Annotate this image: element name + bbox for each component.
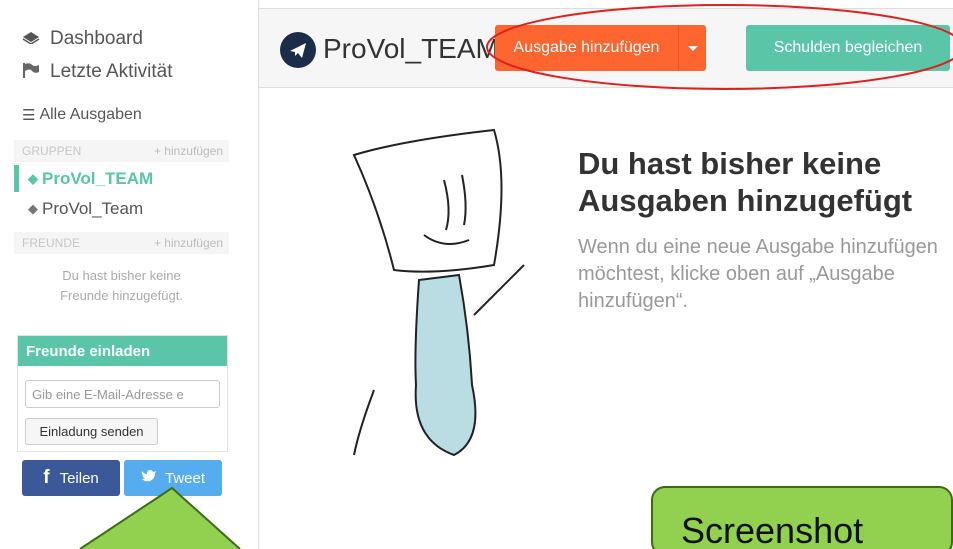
groups-header: GRUPPEN + hinzufügen bbox=[14, 140, 229, 162]
invite-friends-box: Freunde einladen Gib eine E-Mail-Adresse… bbox=[17, 335, 228, 452]
nav-all-expenses-label: Alle Ausgaben bbox=[39, 106, 142, 123]
add-expense-dropdown[interactable] bbox=[678, 25, 706, 71]
no-friends-line-2: Freunde hinzugefügt. bbox=[60, 288, 183, 303]
tag-icon: ◆ bbox=[28, 170, 38, 186]
empty-state-text: Wenn du eine neue Ausgabe hinzufügen möc… bbox=[578, 236, 938, 312]
group-title: ProVol_TEAM bbox=[323, 33, 499, 64]
nav-recent-activity[interactable]: Letzte Aktivität bbox=[22, 61, 173, 83]
empty-state-illustration bbox=[352, 128, 525, 457]
groups-add-link[interactable]: + hinzufügen bbox=[154, 144, 223, 158]
invite-title: Freunde einladen bbox=[18, 336, 227, 366]
twitter-tweet-button[interactable]: Tweet bbox=[124, 460, 222, 496]
screenshot-callout-label: Screenshot bbox=[651, 486, 953, 549]
main-content: ProVol_TEAM Ausgabe hinzufügen Schulden … bbox=[258, 0, 953, 549]
no-friends-message: Du hast bisher keine Freunde hinzugefügt… bbox=[14, 266, 229, 306]
sidebar-group-provol-team[interactable]: ◆ ProVol_Team bbox=[14, 195, 229, 222]
add-expense-label: Ausgabe hinzufügen bbox=[513, 39, 660, 56]
nav-dashboard-label: Dashboard bbox=[50, 28, 143, 49]
nav-recent-activity-label: Letzte Aktivität bbox=[50, 61, 173, 82]
facebook-share-label: Teilen bbox=[59, 469, 99, 487]
group-topbar: ProVol_TEAM Ausgabe hinzufügen Schulden … bbox=[259, 8, 953, 88]
friends-header: FREUNDE + hinzufügen bbox=[14, 232, 229, 254]
nav-all-expenses[interactable]: ☰ Alle Ausgaben bbox=[22, 106, 142, 124]
airplane-icon bbox=[280, 32, 316, 68]
list-icon: ☰ bbox=[22, 107, 36, 124]
send-invite-button[interactable]: Einladung senden bbox=[25, 418, 158, 445]
settle-up-button[interactable]: Schulden begleichen bbox=[746, 25, 950, 71]
invite-email-input[interactable]: Gib eine E-Mail-Adresse e bbox=[25, 380, 220, 408]
sidebar: Dashboard Letzte Aktivität ☰ Alle Ausgab… bbox=[0, 0, 243, 549]
no-friends-line-1: Du hast bisher keine bbox=[62, 268, 181, 283]
twitter-tweet-label: Tweet bbox=[164, 469, 206, 487]
groups-header-label: GRUPPEN bbox=[22, 144, 82, 158]
facebook-icon: f bbox=[43, 467, 50, 488]
friends-add-link[interactable]: + hinzufügen bbox=[154, 236, 223, 250]
empty-state-title: Du hast bisher keine Ausgaben hinzugefüg… bbox=[578, 146, 913, 218]
group-label: ProVol_TEAM bbox=[42, 168, 154, 188]
facebook-share-button[interactable]: f Teilen bbox=[22, 460, 120, 496]
add-expense-button[interactable]: Ausgabe hinzufügen bbox=[495, 25, 706, 71]
nav-dashboard[interactable]: Dashboard bbox=[22, 28, 143, 50]
chevron-down-icon bbox=[687, 45, 698, 51]
tag-icon: ◆ bbox=[28, 200, 38, 216]
twitter-icon bbox=[141, 469, 157, 487]
dashboard-icon bbox=[22, 30, 44, 49]
group-label: ProVol_Team bbox=[42, 198, 144, 218]
flag-icon bbox=[22, 62, 44, 83]
friends-header-label: FREUNDE bbox=[22, 236, 81, 250]
sidebar-group-provol-team-active[interactable]: ◆ ProVol_TEAM bbox=[14, 165, 229, 192]
